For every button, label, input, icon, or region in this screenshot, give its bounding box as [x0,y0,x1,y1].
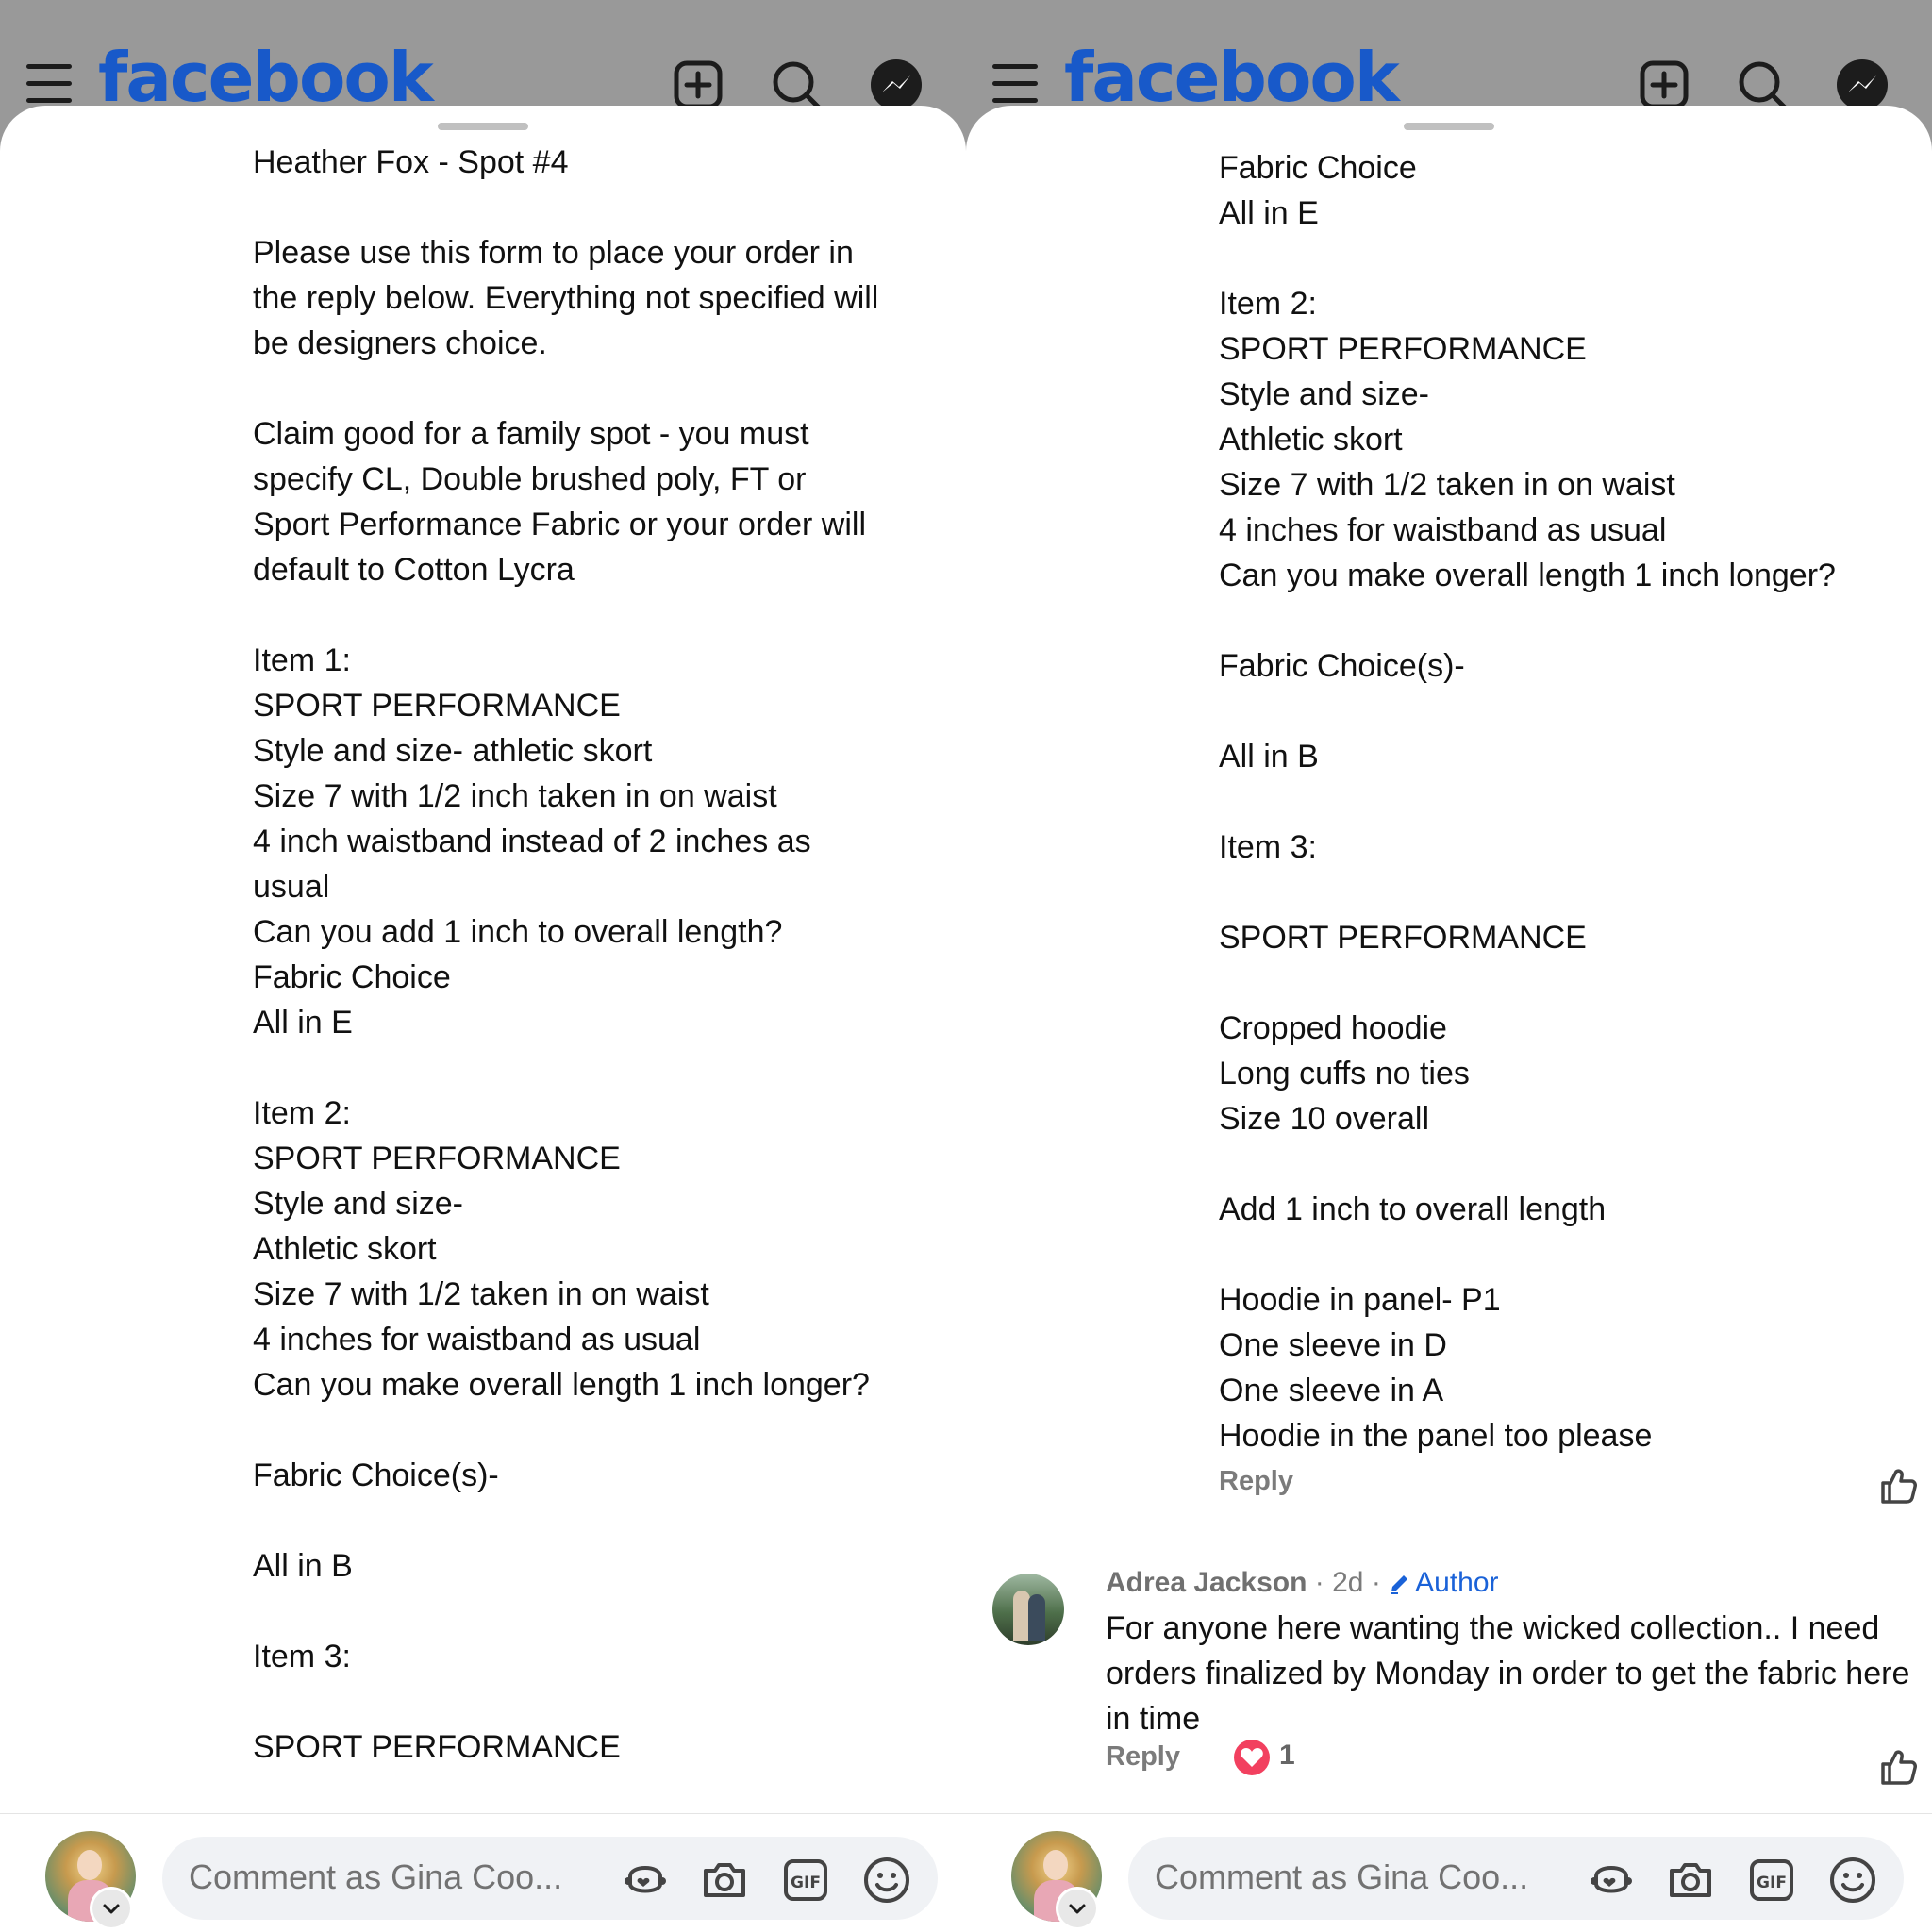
emoji-icon[interactable] [1828,1856,1877,1905]
top-nav-bar: facebook [966,0,1932,113]
avatar[interactable] [992,1574,1064,1645]
left-screenshot: facebook Heather Fox - Spot #4 Please us… [0,0,966,1932]
like-icon[interactable] [1877,1464,1919,1506]
author-badge: Author [1389,1567,1499,1598]
comment-text: Heather Fox - Spot #4 Please use this fo… [253,144,879,1765]
comment-text: Fabric Choice All in E Item 2: SPORT PER… [1219,150,1836,1454]
create-icon[interactable] [1638,58,1690,111]
like-icon[interactable] [1877,1745,1919,1787]
comment-composer: Comment as Gina Coo... GIF [966,1813,1932,1932]
comments-sheet[interactable]: Fabric Choice All in E Item 2: SPORT PER… [966,106,1932,1813]
comment-actions: Reply 1 [1106,1740,1917,1781]
reply-link[interactable]: Reply [1106,1741,1180,1773]
avatar-sticker-icon[interactable] [1587,1856,1636,1905]
messenger-icon[interactable] [870,58,923,111]
facebook-logo[interactable]: facebook [1064,43,1400,111]
comment-placeholder[interactable]: Comment as Gina Coo... [189,1857,562,1897]
comment-composer: Comment as Gina Coo... GIF [0,1813,966,1932]
heart-reaction-icon[interactable] [1234,1740,1270,1775]
svg-text:GIF: GIF [1757,1874,1787,1892]
sheet-drag-handle[interactable] [438,123,528,130]
author-badge-label: Author [1415,1567,1499,1598]
top-nav-bar: facebook [0,0,966,113]
chevron-down-icon[interactable] [92,1890,130,1927]
comment-input[interactable]: Comment as Gina Coo... GIF [1128,1837,1904,1920]
comment-body: For anyone here wanting the wicked colle… [1106,1610,1910,1737]
create-icon[interactable] [672,58,724,111]
pencil-icon [1391,1575,1408,1594]
gif-icon[interactable]: GIF [1747,1856,1796,1905]
chevron-down-icon[interactable] [1058,1890,1096,1927]
svg-text:GIF: GIF [791,1874,821,1892]
emoji-icon[interactable] [862,1856,911,1905]
reply-link[interactable]: Reply [1219,1466,1293,1497]
search-icon[interactable] [770,58,823,111]
search-icon[interactable] [1736,58,1789,111]
comment-input[interactable]: Comment as Gina Coo... GIF [162,1837,938,1920]
menu-icon[interactable] [992,62,1038,104]
reaction-count[interactable]: 1 [1279,1740,1295,1772]
comments-sheet[interactable]: Heather Fox - Spot #4 Please use this fo… [0,106,966,1813]
camera-icon[interactable] [1666,1856,1715,1905]
gif-icon[interactable]: GIF [781,1856,830,1905]
menu-icon[interactable] [26,62,72,104]
comment-author-name[interactable]: Adrea Jackson [1106,1567,1307,1598]
messenger-icon[interactable] [1836,58,1889,111]
comment-meta: · 2d · [1307,1567,1390,1598]
sheet-drag-handle[interactable] [1404,123,1494,130]
avatar-sticker-icon[interactable] [621,1856,670,1905]
comment-adrea-jackson: Adrea Jackson · 2d · Author For anyone h… [992,1564,1917,1775]
comment-header: Adrea Jackson · 2d · Author [1106,1564,1499,1602]
right-screenshot: facebook Fabric Choice All in E Item 2: … [966,0,1932,1932]
comment-placeholder[interactable]: Comment as Gina Coo... [1155,1857,1528,1897]
camera-icon[interactable] [700,1856,749,1905]
facebook-logo[interactable]: facebook [98,43,434,111]
